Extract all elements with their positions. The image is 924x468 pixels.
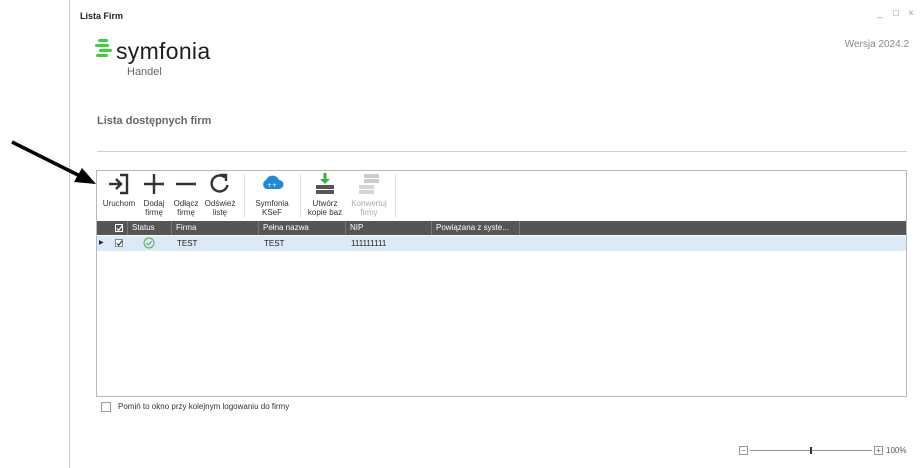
toolbar-separator: [244, 174, 245, 218]
column-status[interactable]: Status: [127, 221, 171, 235]
toolbar-separator: [395, 174, 396, 218]
logo-wordmark: symfonia: [116, 38, 211, 64]
odlacz-firme-label: Odłącz firmę: [173, 199, 199, 217]
maximize-button[interactable]: □: [893, 8, 899, 19]
minus-icon: [174, 172, 198, 198]
zoom-value: 100%: [886, 446, 907, 455]
zoom-in-button[interactable]: +: [874, 446, 883, 455]
utworz-kopie-baz-button[interactable]: Utwórz kopie baz: [303, 171, 347, 221]
odswiez-liste-button[interactable]: Odśwież listę: [203, 171, 237, 221]
window-border: [69, 0, 70, 468]
odlacz-firme-button[interactable]: Odłącz firmę: [171, 171, 201, 221]
select-all-checkbox[interactable]: [115, 224, 123, 232]
grid-header: Status Firma Pełna nazwa NIP Powiązana z…: [97, 221, 906, 235]
cell-firma: TEST: [177, 239, 198, 248]
pointer-arrow-icon: [10, 138, 100, 193]
dodaj-firme-button[interactable]: Dodaj firmę: [141, 171, 167, 221]
cell-pelna-nazwa: TEST: [264, 239, 285, 248]
symfonia-ksef-button[interactable]: ++ Symfonia KSeF: [252, 171, 292, 221]
window-title: Lista Firm: [80, 11, 124, 21]
close-button[interactable]: ×: [908, 8, 914, 19]
zoom-out-button[interactable]: −: [739, 446, 748, 455]
svg-text:++: ++: [267, 182, 277, 189]
login-icon: [107, 172, 131, 198]
cloud-icon: ++: [260, 172, 284, 196]
column-firma[interactable]: Firma: [171, 221, 258, 235]
column-pelna-nazwa[interactable]: Pełna nazwa: [258, 221, 345, 235]
column-nip[interactable]: NIP: [345, 221, 431, 235]
row-checkbox[interactable]: [115, 239, 123, 247]
cell-powiazana: [433, 236, 519, 251]
uruchom-button[interactable]: Uruchom: [99, 171, 139, 221]
column-powiazana[interactable]: Powiązana z syste...: [431, 221, 519, 235]
column-filler: [519, 221, 906, 235]
plus-icon: [142, 172, 166, 198]
refresh-icon: [208, 172, 232, 198]
logo-subtitle: Handel: [127, 66, 162, 78]
symfonia-logo-icon: [95, 38, 113, 65]
symfonia-ksef-label: Symfonia KSeF: [255, 199, 289, 217]
konwertuj-firmy-button: Konwertuj firmy: [349, 171, 389, 221]
divider: [97, 151, 907, 152]
odswiez-liste-label: Odśwież listę: [204, 199, 236, 217]
minimize-button[interactable]: _: [877, 8, 883, 19]
skip-window-label: Pomiń to okno przy kolejnym logowaniu do…: [118, 402, 290, 411]
cell-nip: 111111111: [351, 239, 387, 248]
toolbar-separator: [300, 174, 301, 218]
status-ok-icon: [143, 236, 163, 251]
backup-icon: [313, 172, 337, 198]
dodaj-firme-label: Dodaj firmę: [143, 199, 165, 217]
konwertuj-firmy-label: Konwertuj firmy: [351, 199, 387, 217]
row-indicator-icon: ▶: [99, 240, 104, 246]
version-label: Wersja 2024.2: [844, 39, 909, 50]
section-title: Lista dostępnych firm: [97, 115, 212, 127]
convert-icon: [357, 172, 381, 198]
table-row[interactable]: ▶ TEST TEST 111111111: [97, 236, 906, 251]
uruchom-label: Uruchom: [102, 199, 136, 208]
utworz-kopie-baz-label: Utwórz kopie baz: [307, 199, 343, 217]
skip-window-checkbox[interactable]: [101, 402, 111, 412]
zoom-slider-thumb[interactable]: [810, 447, 812, 454]
